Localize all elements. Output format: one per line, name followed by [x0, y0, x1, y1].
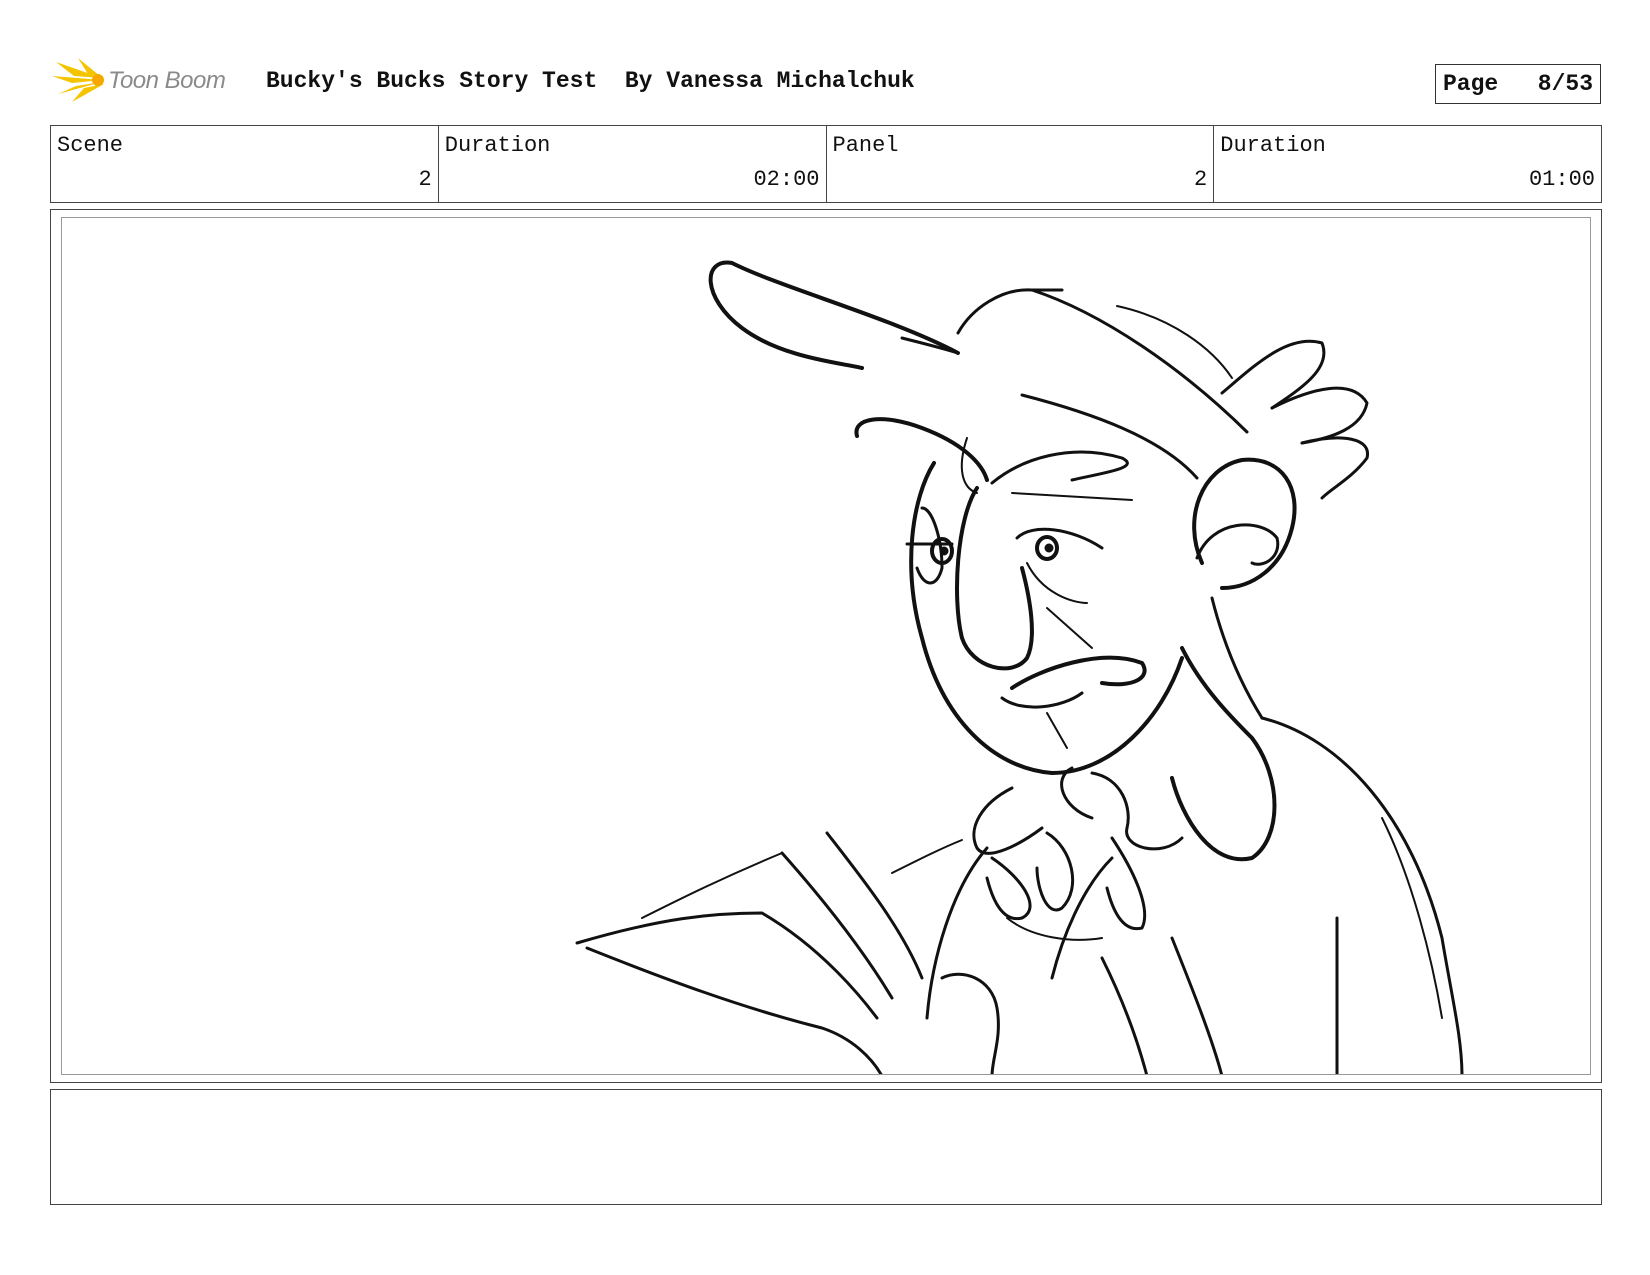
storyboard-header: Toon Boom Bucky's Bucks Story Test By Va…	[52, 56, 1602, 104]
panel-duration-value: 01:00	[1528, 167, 1595, 192]
panel-value: 2	[1194, 167, 1208, 192]
character-sketch	[575, 260, 1464, 1074]
panel-label: Panel	[832, 133, 899, 158]
notes-box	[50, 1089, 1602, 1205]
scene-duration-cell: Duration 02:00	[439, 126, 827, 202]
scene-label: Scene	[57, 133, 124, 158]
scene-info-table: Scene 2 Duration 02:00 Panel 2 Duration …	[50, 125, 1602, 203]
logo-burst-icon	[52, 58, 104, 102]
scene-value: 2	[418, 167, 432, 192]
toon-boom-logo: Toon Boom	[52, 56, 252, 104]
storyboard-title: Bucky's Bucks Story Test By Vanessa Mich…	[266, 68, 915, 94]
scene-cell: Scene 2	[51, 126, 439, 202]
scene-duration-value: 02:00	[753, 167, 820, 192]
panel-duration-cell: Duration 01:00	[1214, 126, 1601, 202]
panel-duration-label: Duration	[1220, 133, 1326, 158]
scene-duration-label: Duration	[444, 133, 551, 158]
page-indicator: Page 8/53	[1435, 64, 1601, 104]
page-label: Page	[1443, 71, 1499, 97]
panel-cell: Panel 2	[827, 126, 1215, 202]
logo-text: Toon Boom	[108, 67, 226, 94]
panel-image	[61, 217, 1591, 1075]
page-number: 8/53	[1537, 71, 1593, 97]
